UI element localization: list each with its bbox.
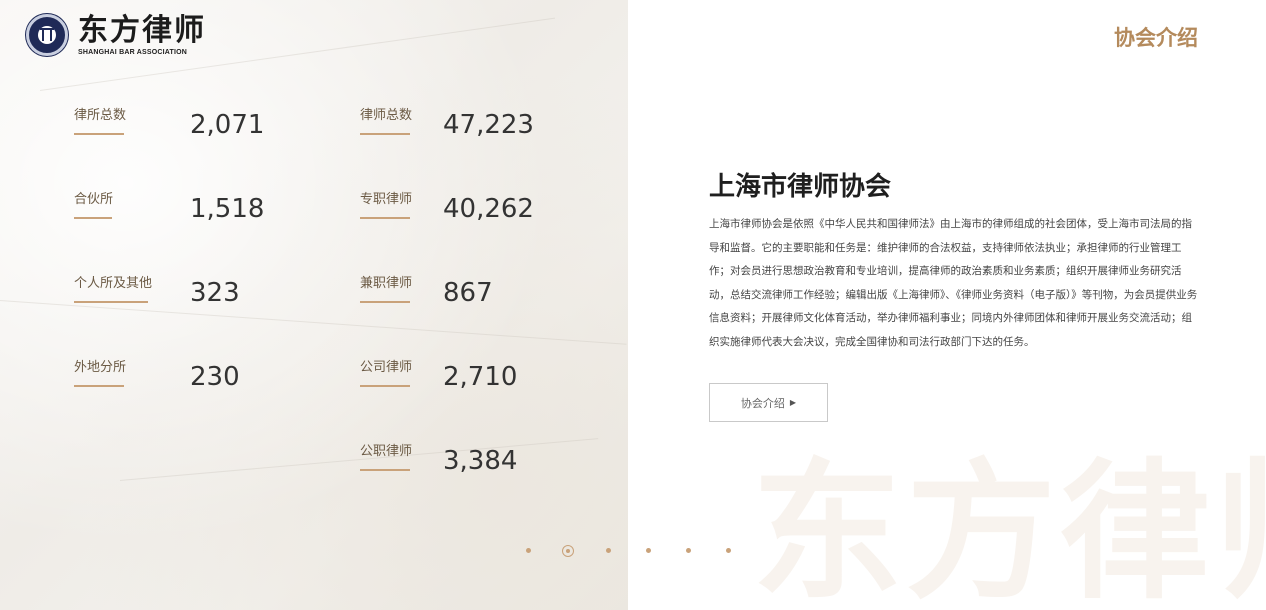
association-title: 上海市律师协会 bbox=[709, 172, 892, 202]
stat-corporate-lawyers: 公司律师 bbox=[360, 360, 412, 387]
stat-parttime-lawyers: 兼职律师 bbox=[360, 276, 412, 303]
marble-vein bbox=[0, 300, 627, 345]
stat-label: 公司律师 bbox=[360, 360, 413, 375]
stat-label: 外地分所 bbox=[74, 360, 127, 375]
left-stats-panel bbox=[0, 0, 628, 610]
pagination-dot[interactable] bbox=[725, 548, 731, 553]
pagination-dot[interactable] bbox=[605, 548, 611, 553]
stat-value: 2,071 bbox=[190, 110, 265, 140]
stat-value: 230 bbox=[190, 362, 240, 392]
association-intro-button[interactable]: 协会介绍 ▶ bbox=[709, 383, 828, 422]
stat-value: 1,518 bbox=[190, 194, 265, 224]
pagination-dot-active[interactable] bbox=[562, 545, 574, 557]
stat-label: 兼职律师 bbox=[360, 276, 413, 291]
stat-label: 公职律师 bbox=[360, 444, 413, 459]
intro-button-label: 协会介绍 bbox=[740, 396, 785, 410]
stat-underline bbox=[74, 385, 124, 387]
pagination-dot[interactable] bbox=[685, 548, 691, 553]
stat-value: 323 bbox=[190, 278, 240, 308]
stat-value: 40,262 bbox=[443, 194, 534, 224]
stat-total-lawyers: 律师总数 bbox=[360, 108, 412, 135]
stat-label: 律师总数 bbox=[360, 108, 413, 123]
stat-value: 3,384 bbox=[443, 446, 518, 476]
nav-association-intro[interactable]: 协会介绍 bbox=[1114, 22, 1198, 52]
stat-underline bbox=[74, 133, 124, 135]
stat-underline bbox=[360, 385, 410, 387]
stat-underline bbox=[74, 301, 148, 303]
stat-value: 867 bbox=[443, 278, 493, 308]
stat-label: 合伙所 bbox=[74, 192, 114, 207]
play-arrow-icon: ▶ bbox=[789, 398, 797, 407]
logo-name-en: SHANGHAI BAR ASSOCIATION bbox=[78, 48, 188, 56]
stat-value: 2,710 bbox=[443, 362, 518, 392]
site-logo[interactable]: 东方律师 SHANGHAI BAR ASSOCIATION bbox=[26, 14, 206, 56]
association-seal-icon bbox=[26, 14, 68, 56]
stat-fulltime-lawyers: 专职律师 bbox=[360, 192, 412, 219]
pagination-dot[interactable] bbox=[645, 548, 651, 553]
logo-name-cn: 东方律师 bbox=[78, 12, 206, 48]
stat-underline bbox=[360, 133, 410, 135]
stat-underline bbox=[360, 217, 410, 219]
stat-label: 律所总数 bbox=[74, 108, 127, 123]
pagination-dot[interactable] bbox=[525, 548, 531, 553]
stat-total-firms: 律所总数 bbox=[74, 108, 126, 135]
stat-branch-offices: 外地分所 bbox=[74, 360, 126, 387]
stat-underline bbox=[360, 469, 410, 471]
stat-public-lawyers: 公职律师 bbox=[360, 444, 412, 471]
stat-underline bbox=[74, 217, 112, 219]
stat-individual-firms: 个人所及其他 bbox=[74, 276, 152, 303]
association-description: 上海市律师协会是依照《中华人民共和国律师法》由上海市的律师组成的社会团体，受上海… bbox=[709, 218, 1198, 348]
stat-label: 专职律师 bbox=[360, 192, 413, 207]
stat-label: 个人所及其他 bbox=[74, 276, 153, 291]
stat-partnership-firms: 合伙所 bbox=[74, 192, 113, 219]
stat-underline bbox=[360, 301, 410, 303]
stat-value: 47,223 bbox=[443, 110, 534, 140]
